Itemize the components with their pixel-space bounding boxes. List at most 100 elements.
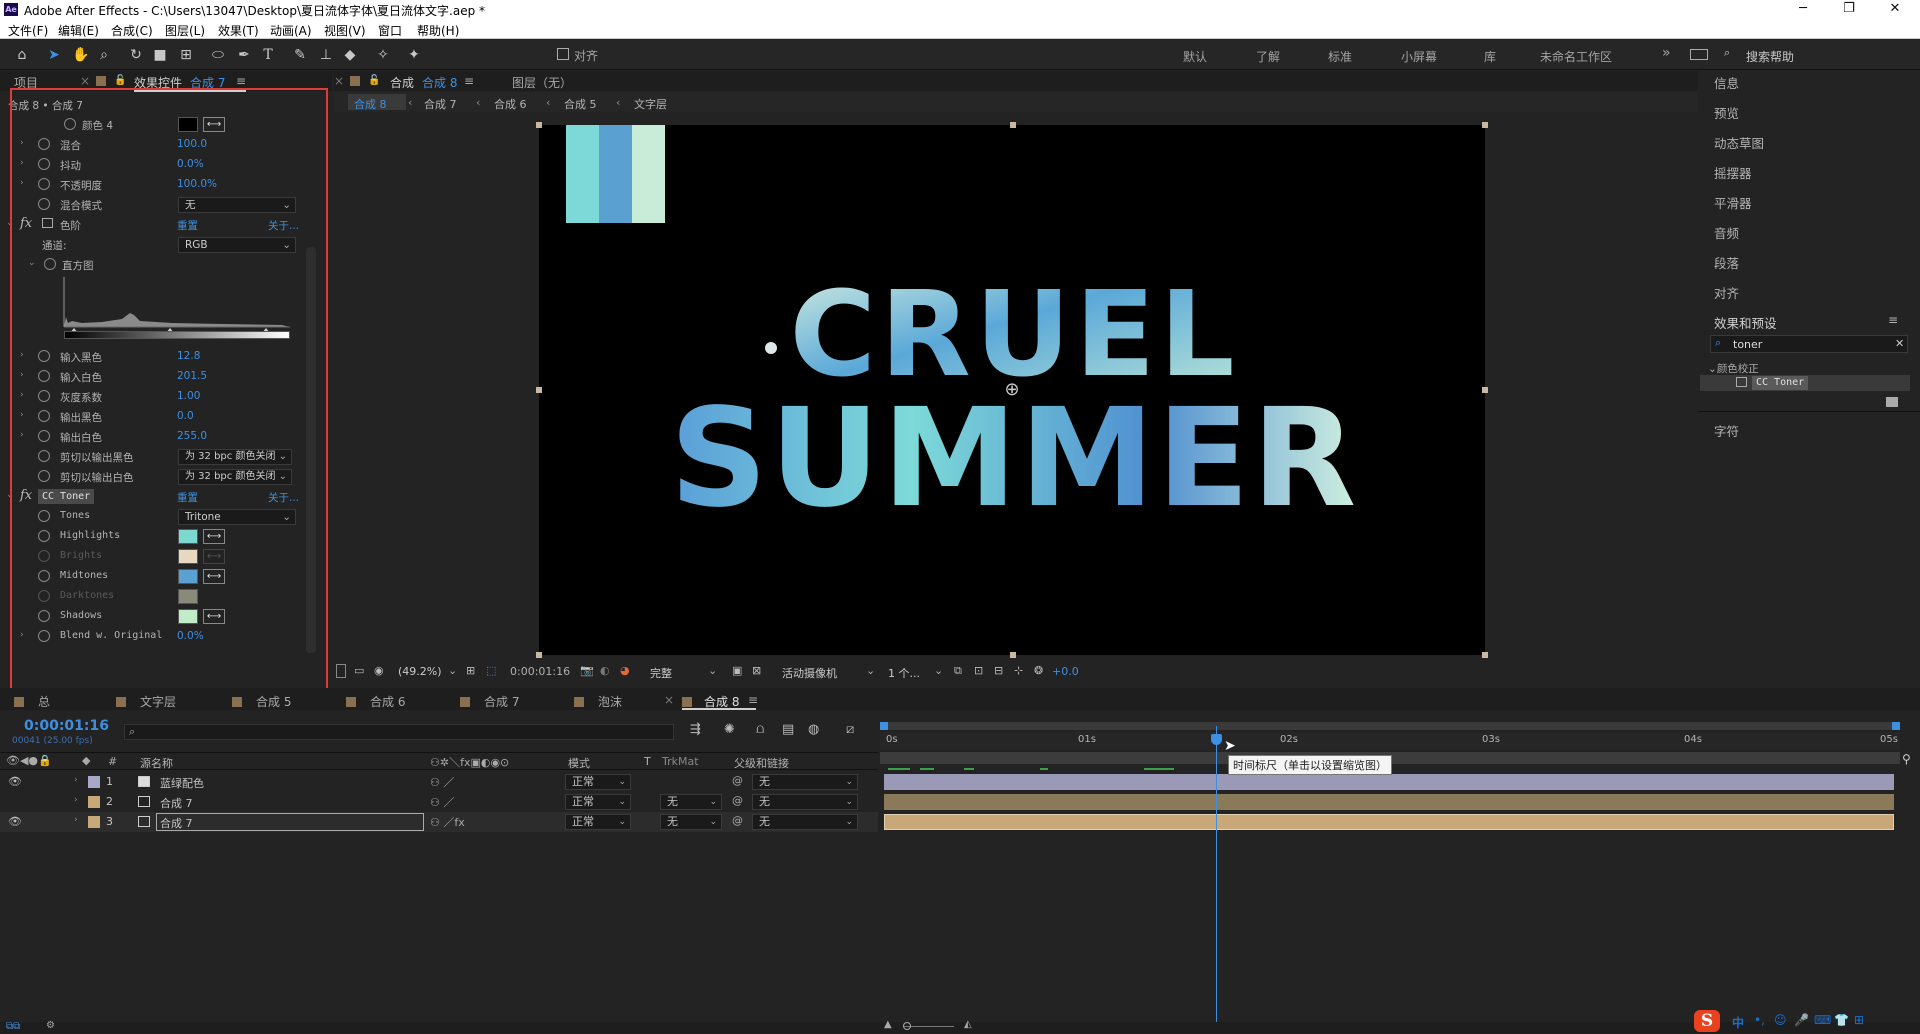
settings-icon[interactable]: ⚙ bbox=[46, 1020, 55, 1031]
mode-header[interactable]: 模式 bbox=[568, 755, 590, 771]
type-icon[interactable]: T bbox=[260, 47, 276, 63]
panel-motion-sketch[interactable]: 动态草图 bbox=[1714, 133, 1764, 152]
ime-emoji-icon[interactable]: ☺ bbox=[1774, 1013, 1787, 1027]
panel-effects-presets[interactable]: 效果和预设 bbox=[1714, 313, 1777, 332]
switches-header-icon[interactable]: ⚇✲＼fx▣◐◉⊙ bbox=[430, 754, 509, 770]
work-area-bar[interactable] bbox=[880, 722, 1900, 730]
clone-stamp-icon[interactable]: ⊥ bbox=[318, 47, 334, 63]
panel-character[interactable]: 字符 bbox=[1714, 421, 1739, 440]
panel-menu-icon[interactable]: ≡ bbox=[464, 74, 474, 88]
mode-dropdown[interactable]: 正常 ⌄ bbox=[565, 794, 631, 810]
panel-audio[interactable]: 音频 bbox=[1714, 223, 1739, 242]
mode-dropdown[interactable]: 正常 ⌄ bbox=[565, 814, 631, 830]
tab-comp7[interactable]: 合成 7 bbox=[460, 693, 519, 710]
mode-dropdown[interactable]: 正常 ⌄ bbox=[565, 774, 631, 790]
layer-bar-1[interactable] bbox=[884, 774, 1894, 790]
snapshot-icon[interactable]: 📷 bbox=[580, 664, 594, 677]
parent-dropdown[interactable]: 无 ⌄ bbox=[752, 814, 858, 830]
camera-icon[interactable]: ■ bbox=[152, 47, 168, 63]
effects-search-input[interactable]: ⌕ toner ✕ bbox=[1710, 335, 1908, 353]
puppet-pin-icon[interactable]: ✦ bbox=[406, 47, 422, 63]
workspace-library[interactable]: 库 bbox=[1484, 48, 1496, 65]
handle-ml[interactable] bbox=[536, 387, 542, 393]
fast-preview-icon[interactable]: ▣ bbox=[732, 664, 742, 677]
panel-info[interactable]: 信息 bbox=[1714, 73, 1739, 92]
expand-arrow-icon[interactable]: › bbox=[74, 815, 78, 825]
workspace-standard[interactable]: 标准 bbox=[1328, 48, 1352, 65]
av-switches-icon[interactable]: 👁◀●🔒 bbox=[6, 754, 52, 767]
monitor-icon[interactable]: ▭ bbox=[354, 664, 364, 677]
expand-arrow-icon[interactable]: › bbox=[74, 795, 78, 805]
zoom-icon[interactable]: ⌕ bbox=[96, 47, 112, 63]
visibility-eye-icon[interactable]: 👁 bbox=[8, 775, 22, 788]
views-dropdown[interactable]: 1 个... bbox=[888, 665, 920, 681]
ellipse-icon[interactable]: ⬭ bbox=[210, 47, 226, 63]
zoom-level[interactable]: (49.2%) bbox=[398, 665, 442, 678]
panel-menu-icon[interactable]: ≡ bbox=[1888, 313, 1898, 327]
breadcrumb-comp8[interactable]: 合成 8 bbox=[354, 96, 387, 112]
zoom-slider-thumb[interactable] bbox=[903, 1022, 911, 1030]
pickwhip-icon[interactable]: @ bbox=[732, 794, 743, 807]
workspace-learn[interactable]: 了解 bbox=[1256, 48, 1280, 65]
timeline-timecode[interactable]: 0:00:01:16 bbox=[24, 718, 109, 734]
menu-effect[interactable]: 效果(T) bbox=[218, 22, 259, 39]
current-time-display[interactable]: 0:00:01:16 bbox=[510, 665, 570, 678]
show-snapshot-icon[interactable]: ◐ bbox=[600, 664, 610, 677]
parent-dropdown[interactable]: 无 ⌄ bbox=[752, 794, 858, 810]
layer-name[interactable]: 蓝绿配色 bbox=[160, 775, 204, 791]
ime-skin-icon[interactable]: 👕 bbox=[1834, 1013, 1849, 1027]
brush-icon[interactable]: ✎ bbox=[292, 47, 308, 63]
workspace-unnamed[interactable]: 未命名工作区 bbox=[1540, 48, 1612, 65]
always-preview-icon[interactable] bbox=[336, 664, 346, 678]
layer-name[interactable]: 合成 7 bbox=[160, 815, 193, 831]
handle-bl[interactable] bbox=[536, 652, 542, 658]
rotate-icon[interactable]: ↻ bbox=[128, 47, 144, 63]
timeline-icon[interactable]: ⊟ bbox=[994, 664, 1003, 677]
panel-wiggler[interactable]: 摇摆器 bbox=[1714, 163, 1752, 182]
toggle-pixel-icon[interactable]: ⧉ bbox=[954, 664, 962, 678]
workspace-default[interactable]: 默认 bbox=[1183, 48, 1207, 65]
shy-icon[interactable]: ⩍ bbox=[756, 722, 764, 737]
panel-preview[interactable]: 预览 bbox=[1714, 103, 1739, 122]
restore-button[interactable]: ❐ bbox=[1834, 1, 1864, 16]
draft-3d-icon[interactable]: ✺ bbox=[724, 722, 735, 737]
work-area-start-handle[interactable] bbox=[880, 722, 888, 730]
motion-blur-icon[interactable]: ◍ bbox=[808, 722, 819, 737]
workspace-layout-icon[interactable] bbox=[1690, 49, 1708, 60]
layer-label-color[interactable] bbox=[88, 776, 100, 788]
breadcrumb-comp7[interactable]: 合成 7 bbox=[424, 96, 457, 112]
tab-total[interactable]: 总 bbox=[14, 693, 50, 710]
hash-column[interactable]: # bbox=[108, 755, 117, 768]
expand-arrow-icon[interactable]: › bbox=[74, 775, 78, 785]
ime-punct-icon[interactable]: •, bbox=[1754, 1013, 1765, 1027]
anchor-point-icon[interactable]: ⊕ bbox=[1004, 379, 1019, 400]
menu-view[interactable]: 视图(V) bbox=[324, 22, 366, 39]
layer-label-color[interactable] bbox=[88, 796, 100, 808]
resolution-dropdown[interactable]: 完整 bbox=[650, 665, 672, 681]
hand-icon[interactable]: ✋ bbox=[72, 47, 89, 63]
layer-name[interactable]: 合成 7 bbox=[160, 795, 193, 811]
end-pin-icon[interactable]: ⚲ bbox=[1902, 752, 1911, 766]
breadcrumb-comp6[interactable]: 合成 6 bbox=[494, 96, 527, 112]
menu-animation[interactable]: 动画(A) bbox=[270, 22, 312, 39]
tab-close-icon[interactable]: × bbox=[80, 74, 90, 88]
zoom-in-icon[interactable]: ◭ bbox=[964, 1019, 972, 1030]
vr-icon[interactable]: ◉ bbox=[374, 664, 384, 677]
menu-file[interactable]: 文件(F) bbox=[8, 22, 48, 39]
minimize-button[interactable]: ─ bbox=[1788, 1, 1818, 16]
clear-search-icon[interactable]: ✕ bbox=[1895, 337, 1904, 350]
tab-composition-name[interactable]: 合成 8 bbox=[422, 74, 457, 91]
pen-icon[interactable]: ✒ bbox=[236, 47, 252, 63]
breadcrumb-comp5[interactable]: 合成 5 bbox=[564, 96, 597, 112]
tab-text-layer[interactable]: 文字层 bbox=[116, 693, 176, 710]
layer-switches[interactable]: ⚇ ／fx bbox=[430, 814, 465, 830]
frame-blend-icon[interactable]: ▤ bbox=[782, 722, 794, 737]
effect-item-cc-toner[interactable]: CC Toner bbox=[1752, 376, 1809, 390]
pickwhip-icon[interactable]: @ bbox=[732, 774, 743, 787]
layer-row-1[interactable]: 👁 › 1 蓝绿配色 ⚇ ／ 正常 ⌄ @ 无 ⌄ bbox=[0, 772, 878, 792]
tab-close-icon[interactable]: × bbox=[664, 693, 674, 707]
panel-menu-icon[interactable]: ≡ bbox=[236, 74, 246, 88]
timeline-search-input[interactable]: ⌕ bbox=[124, 724, 674, 740]
layer-switches[interactable]: ⚇ ／ bbox=[430, 774, 454, 790]
handle-br[interactable] bbox=[1482, 652, 1488, 658]
